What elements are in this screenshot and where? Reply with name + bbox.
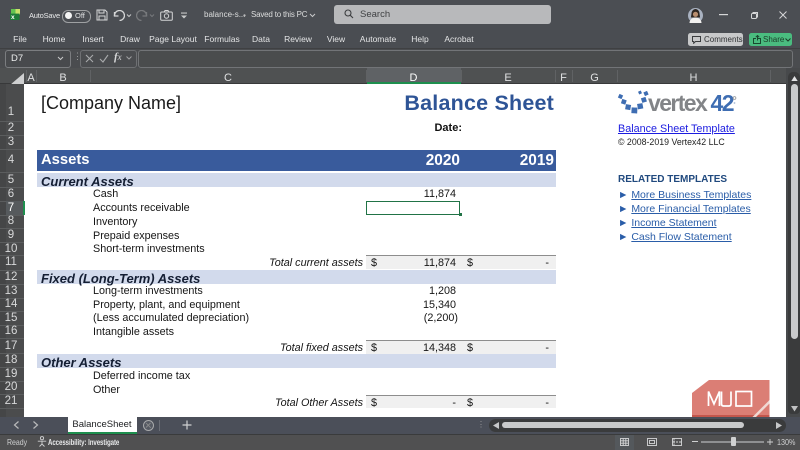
svg-text:vertex: vertex — [648, 90, 708, 116]
svg-text:42: 42 — [711, 90, 734, 116]
svg-text:x: x — [11, 14, 15, 20]
